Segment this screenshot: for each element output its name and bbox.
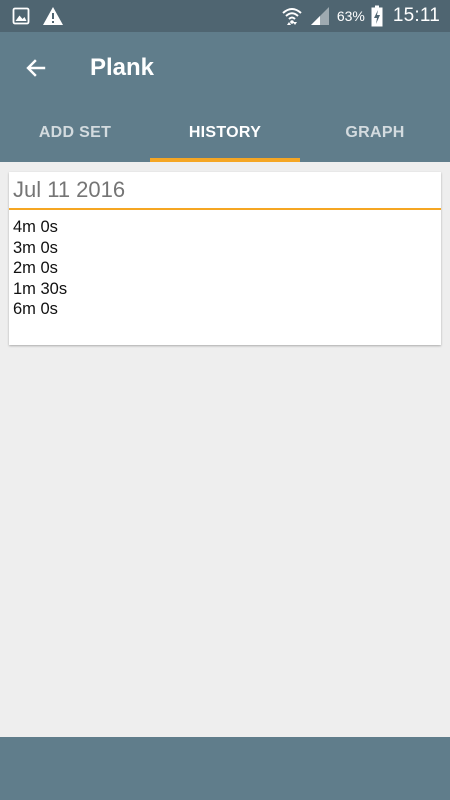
- battery-charging-icon: [371, 5, 383, 27]
- bottom-bar: [0, 737, 450, 800]
- set-item: 1m 30s: [13, 279, 68, 298]
- image-icon: [12, 7, 30, 25]
- status-right: 63% 15:11: [281, 5, 450, 27]
- warning-icon: [42, 6, 64, 26]
- clock: 15:11: [392, 5, 440, 26]
- tab-bar: ADD SET HISTORY GRAPH: [0, 104, 450, 162]
- back-button[interactable]: [8, 40, 64, 96]
- set-list: 4m 0s 3m 0s 2m 0s 1m 30s 6m 0s: [9, 210, 441, 320]
- status-bar: 63% 15:11: [0, 0, 450, 32]
- tab-label: GRAPH: [345, 124, 405, 141]
- set-item: 6m 0s: [13, 300, 58, 318]
- history-content: Jul 11 2016 4m 0s 3m 0s 2m 0s 1m 30s 6m …: [0, 162, 450, 737]
- signal-icon: [309, 6, 331, 26]
- set-item: 4m 0s: [13, 218, 58, 236]
- tab-graph[interactable]: GRAPH: [300, 104, 450, 162]
- tab-add-set[interactable]: ADD SET: [0, 104, 150, 162]
- set-item: 3m 0s: [13, 238, 58, 257]
- set-item: 2m 0s: [13, 259, 58, 277]
- history-card[interactable]: Jul 11 2016 4m 0s 3m 0s 2m 0s 1m 30s 6m …: [9, 172, 441, 345]
- page-title: Plank: [90, 54, 155, 81]
- app-bar: Plank: [0, 32, 450, 104]
- wifi-icon: [281, 5, 303, 27]
- status-left: [0, 6, 64, 26]
- tab-label: ADD SET: [38, 124, 112, 141]
- arrow-left-icon: [24, 56, 48, 80]
- history-date: Jul 11 2016: [9, 172, 441, 210]
- tab-history[interactable]: HISTORY: [150, 104, 300, 162]
- tab-label: HISTORY: [188, 124, 262, 141]
- battery-percent: 63%: [336, 8, 365, 24]
